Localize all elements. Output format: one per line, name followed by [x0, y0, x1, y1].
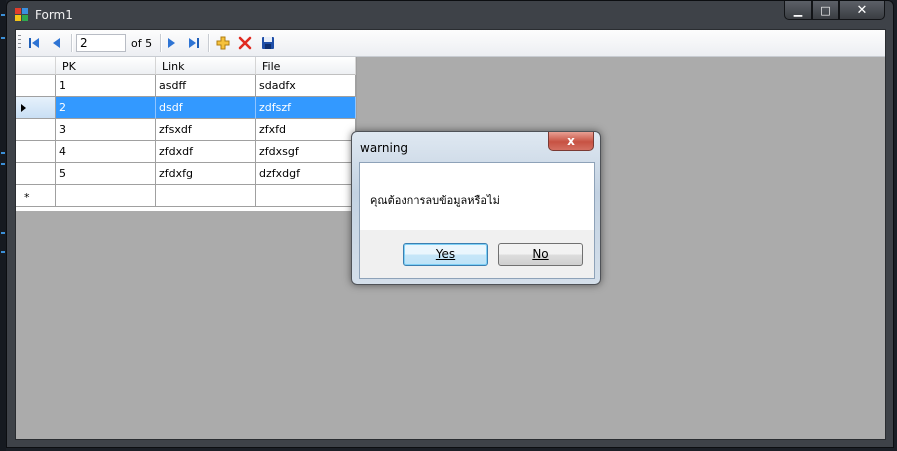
- dialog-close-button[interactable]: x: [548, 132, 594, 151]
- move-last-icon: [189, 38, 199, 48]
- window-title: Form1: [35, 8, 73, 22]
- column-header-pk[interactable]: PK: [56, 57, 156, 75]
- row-header[interactable]: [16, 75, 56, 97]
- data-grid[interactable]: PK Link File 1 asdff sdadfx 2 dsdf zdfsz…: [16, 57, 357, 211]
- row-header[interactable]: [16, 119, 56, 141]
- binding-navigator: 2 of 5: [16, 30, 885, 57]
- add-new-button[interactable]: [215, 35, 231, 51]
- grid-corner-header[interactable]: [16, 57, 56, 75]
- table-cell[interactable]: asdff: [156, 75, 256, 97]
- table-cell[interactable]: zfdxfg: [156, 163, 256, 185]
- count-label: of 5: [131, 37, 153, 50]
- move-next-button[interactable]: [163, 35, 179, 51]
- table-cell[interactable]: zfdxdf: [156, 141, 256, 163]
- dialog-message-area: คุณต้องการลบข้อมูลหรือไม่: [360, 163, 594, 230]
- toolbar-grip-icon[interactable]: [18, 35, 21, 51]
- table-cell[interactable]: 4: [56, 141, 156, 163]
- position-textbox[interactable]: 2: [76, 34, 126, 52]
- move-first-button[interactable]: [26, 35, 42, 51]
- delete-icon: [238, 36, 252, 50]
- new-row-cell[interactable]: [56, 185, 156, 207]
- column-header-file[interactable]: File: [256, 57, 356, 75]
- new-row-cell[interactable]: [156, 185, 256, 207]
- close-icon: x: [567, 134, 575, 148]
- new-row-cell[interactable]: [256, 185, 356, 207]
- table-cell[interactable]: dzfxdgf: [256, 163, 356, 185]
- save-icon: [262, 37, 274, 49]
- row-header-current[interactable]: [16, 97, 56, 119]
- move-previous-icon: [53, 38, 60, 48]
- minimize-button[interactable]: ▁: [784, 1, 812, 20]
- table-cell-selected[interactable]: zdfszf: [256, 97, 356, 119]
- delete-button[interactable]: [237, 35, 253, 51]
- dialog-title: warning: [360, 141, 409, 155]
- table-cell[interactable]: zfxfd: [256, 119, 356, 141]
- table-cell[interactable]: 5: [56, 163, 156, 185]
- table-cell[interactable]: 3: [56, 119, 156, 141]
- move-previous-button[interactable]: [49, 35, 65, 51]
- form-icon: [15, 8, 29, 22]
- warning-dialog: warning x คุณต้องการลบข้อมูลหรือไม่ Yes …: [351, 131, 601, 285]
- close-button[interactable]: ✕: [839, 1, 885, 20]
- row-header[interactable]: [16, 163, 56, 185]
- title-bar[interactable]: Form1 ▁ □ ✕: [7, 1, 893, 29]
- row-header[interactable]: [16, 141, 56, 163]
- move-first-icon: [29, 38, 39, 48]
- minimize-icon: ▁: [793, 3, 803, 17]
- maximize-icon: □: [820, 3, 831, 17]
- dialog-message: คุณต้องการลบข้อมูลหรือไม่: [370, 194, 500, 207]
- table-cell[interactable]: zfsxdf: [156, 119, 256, 141]
- table-cell[interactable]: 1: [56, 75, 156, 97]
- column-header-link[interactable]: Link: [156, 57, 256, 75]
- table-cell-selected[interactable]: 2: [56, 97, 156, 119]
- add-new-icon: [216, 36, 230, 50]
- table-cell-selected[interactable]: dsdf: [156, 97, 256, 119]
- save-button[interactable]: [260, 35, 276, 51]
- table-cell[interactable]: zfdxsgf: [256, 141, 356, 163]
- move-last-button[interactable]: [186, 35, 202, 51]
- new-row-header[interactable]: *: [16, 185, 56, 207]
- close-icon: ✕: [856, 2, 868, 18]
- table-cell[interactable]: sdadfx: [256, 75, 356, 97]
- yes-button[interactable]: Yes: [403, 243, 488, 266]
- maximize-button[interactable]: □: [812, 1, 839, 20]
- current-row-arrow-icon: [21, 104, 26, 112]
- move-next-icon: [168, 38, 175, 48]
- dialog-body: คุณต้องการลบข้อมูลหรือไม่ Yes No: [359, 162, 595, 279]
- no-button[interactable]: No: [498, 243, 583, 266]
